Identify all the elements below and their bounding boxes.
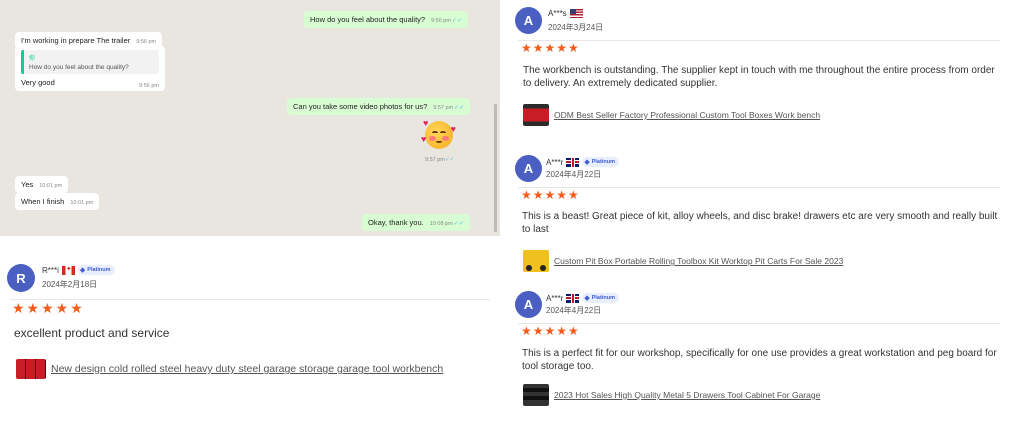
product-link[interactable]: New design cold rolled steel heavy duty … (51, 363, 443, 375)
review-text: The workbench is outstanding. The suppli… (523, 65, 995, 89)
avatar: A (515, 291, 542, 318)
reviewer-name: A***s (548, 9, 567, 18)
smiling-face-with-hearts-icon: ♥ ♥ ♥ (421, 118, 456, 149)
message-time: 9:57 pm✓✓ (425, 157, 455, 163)
review-date: 2024年3月24日 (548, 23, 604, 32)
star-rating: ★★★★★ (521, 188, 580, 202)
message-text: How do you feel about the quality? (310, 15, 426, 24)
chat-message-outgoing: Okay, thank you. 10:08 pm✓✓ (362, 214, 470, 231)
uk-flag-icon (566, 157, 580, 167)
diamond-icon: ◆ (584, 159, 590, 166)
review-date: 2024年4月22日 (546, 306, 602, 315)
reviewer-name: A***r (546, 157, 564, 167)
review-text: excellent product and service (14, 326, 170, 340)
message-text: Very good (21, 78, 55, 87)
product-thumbnail[interactable] (523, 384, 549, 406)
reviewer-name-row: A***s (548, 9, 583, 18)
quoted-message[interactable]: 你 How do you feel about the quality? (21, 50, 159, 74)
reviewer-name-row: A***r ◆ Platinum (546, 293, 619, 303)
read-receipt-icon: ✓✓ (454, 105, 465, 111)
avatar: A (515, 155, 542, 182)
message-time: 9:57 pm (433, 105, 454, 111)
chat-message-incoming: When I finish 10:01 pm (15, 193, 100, 210)
product-thumbnail[interactable] (16, 359, 46, 379)
message-text: When I finish (21, 197, 65, 206)
read-receipt-icon: ✓✓ (444, 157, 455, 163)
quote-text: How do you feel about the quality? (29, 64, 129, 71)
uk-flag-icon (566, 293, 580, 303)
chat-message-incoming-reply: 你 How do you feel about the quality? Ver… (15, 46, 165, 91)
read-receipt-icon: ✓✓ (451, 18, 463, 24)
message-text: Can you take some video photos for us? (293, 102, 428, 111)
product-link[interactable]: Custom Pit Box Portable Rolling Toolbox … (554, 256, 843, 266)
message-time: 9:56 pm (136, 39, 157, 45)
chat-message-incoming: Yes 10:01 pm (15, 176, 69, 193)
us-flag-icon (569, 9, 583, 18)
star-rating: ★★★★★ (521, 41, 580, 55)
read-receipt-icon: ✓✓ (453, 221, 464, 227)
platinum-badge: ◆ Platinum (582, 157, 619, 167)
message-text: I'm working in prepare The trailer (21, 36, 131, 45)
review-text: This is a perfect fit for our workshop, … (522, 348, 997, 372)
product-link-row[interactable]: New design cold rolled steel heavy duty … (16, 359, 443, 379)
avatar: A (515, 7, 542, 34)
platinum-badge: ◆ Platinum (582, 293, 619, 303)
chat-message-outgoing: Can you take some video photos for us? 9:… (287, 98, 471, 115)
product-thumbnail[interactable] (523, 104, 549, 126)
star-rating: ★★★★★ (521, 324, 580, 338)
diamond-icon: ◆ (584, 295, 590, 302)
review-date: 2024年4月22日 (546, 170, 602, 179)
reviewer-name-row: R***i ◆Platinum (42, 265, 115, 275)
platinum-badge: ◆ Platinum (77, 265, 115, 275)
quote-author: 你 (29, 56, 36, 62)
product-link-row[interactable]: ODM Best Seller Factory Professional Cus… (523, 104, 820, 126)
star-rating: ★★★★★ (12, 300, 85, 316)
product-thumbnail[interactable] (523, 250, 549, 272)
message-time: 10:01 pm (39, 183, 63, 189)
review-date: 2024年2月18日 (42, 280, 98, 289)
product-link-row[interactable]: 2023 Hot Sales High Quality Metal 5 Draw… (523, 384, 820, 406)
chat-panel: How do you feel about the quality? 9:56 p… (0, 0, 500, 236)
message-text: Yes (21, 180, 34, 189)
message-time: 10:01 pm (70, 200, 94, 206)
divider (518, 323, 1000, 324)
screenshot-root: How do you feel about the quality? 9:56 p… (0, 0, 1010, 423)
reviewer-name: A***r (546, 293, 564, 303)
message-time: 9:56 pm (431, 18, 451, 24)
product-link[interactable]: ODM Best Seller Factory Professional Cus… (554, 110, 820, 120)
message-text: Okay, thank you. (368, 218, 424, 227)
product-link-row[interactable]: Custom Pit Box Portable Rolling Toolbox … (523, 250, 843, 272)
product-link[interactable]: 2023 Hot Sales High Quality Metal 5 Draw… (554, 390, 820, 400)
divider (518, 187, 1000, 188)
avatar: R (7, 264, 35, 292)
review-text: This is a beast! Great piece of kit, all… (522, 211, 998, 235)
reviewer-name: R***i (42, 265, 59, 275)
chat-scrollbar[interactable] (494, 104, 497, 232)
message-time: 9:56 pm (139, 83, 159, 89)
message-time: 10:08 pm (429, 221, 453, 227)
canada-flag-icon (61, 265, 75, 275)
chat-message-outgoing: How do you feel about the quality? 9:56 p… (304, 11, 469, 28)
reviewer-name-row: A***r ◆ Platinum (546, 157, 619, 167)
divider (518, 40, 1000, 41)
diamond-icon: ◆ (79, 267, 86, 274)
